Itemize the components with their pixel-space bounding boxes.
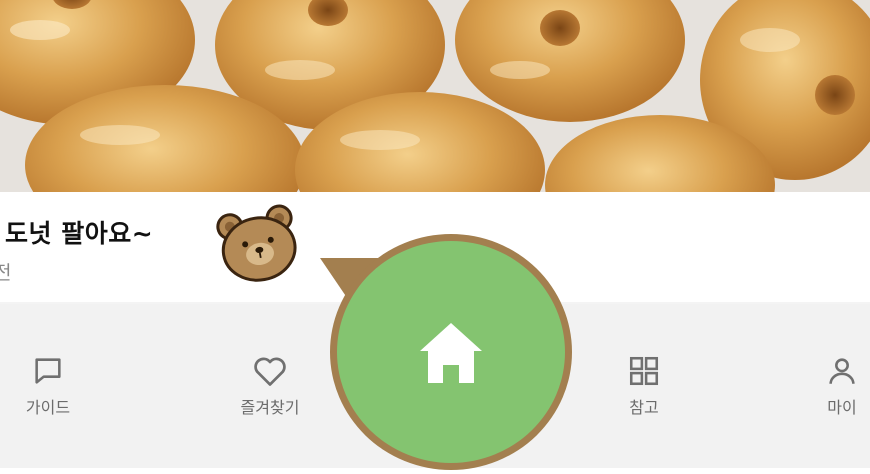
nav-label-guide: 가이드 [25, 398, 71, 417]
nav-label-favorites: 즐겨찾기 [240, 398, 300, 417]
nav-item-favorites[interactable]: 즐겨찾기 [225, 354, 315, 418]
nav-item-my[interactable]: 마이 [797, 354, 870, 418]
post-title: 도넛 팔아요~ [5, 219, 154, 248]
person-icon [829, 358, 855, 384]
post-time: 전 [0, 262, 12, 284]
grid-icon [629, 356, 659, 386]
chat-icon [35, 358, 61, 384]
home-button[interactable] [330, 234, 572, 470]
heart-icon [254, 357, 286, 386]
post-photo[interactable] [0, 0, 870, 192]
nav-label-my: 마이 [827, 398, 857, 417]
donut-image [0, 0, 870, 192]
nav-item-guide[interactable]: 가이드 [3, 354, 93, 418]
bear-mascot-icon [216, 204, 297, 282]
nav-item-reference[interactable]: 참고 [599, 354, 689, 418]
home-icon [420, 323, 482, 383]
nav-label-reference: 참고 [629, 398, 659, 417]
